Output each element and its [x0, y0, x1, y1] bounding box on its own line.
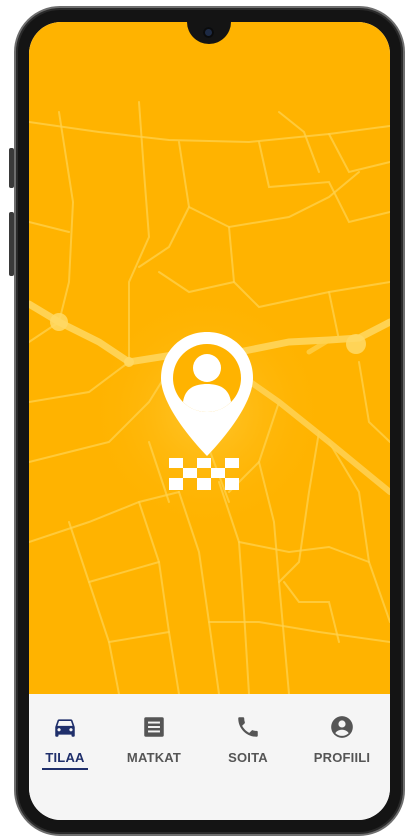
front-camera [203, 27, 214, 38]
taxi-checker-icon [169, 458, 239, 490]
map-view[interactable] [29, 22, 390, 694]
tab-matkat[interactable]: MATKAT [114, 714, 194, 774]
tab-profiili-label: PROFIILI [313, 750, 371, 765]
tab-soita-label: SOITA [228, 750, 268, 765]
tab-profiili[interactable]: PROFIILI [302, 714, 382, 774]
phone-icon [238, 717, 258, 737]
bottom-navigation: TILAA MATKAT SOITA PROFIILI [29, 694, 390, 820]
active-tab-indicator [42, 768, 88, 770]
tab-soita[interactable]: SOITA [208, 714, 288, 774]
tab-matkat-label: MATKAT [126, 750, 182, 765]
device-frame: TILAA MATKAT SOITA PROFIILI [0, 0, 409, 838]
tab-tilaa-label: TILAA [45, 750, 85, 765]
account-circle-icon [331, 716, 353, 738]
phone-body: TILAA MATKAT SOITA PROFIILI [14, 6, 405, 836]
list-icon [144, 717, 164, 737]
car-icon [55, 719, 75, 737]
tab-tilaa[interactable]: TILAA [29, 714, 105, 774]
app-screen: TILAA MATKAT SOITA PROFIILI [29, 22, 390, 820]
person-location-pin-icon [161, 332, 253, 456]
